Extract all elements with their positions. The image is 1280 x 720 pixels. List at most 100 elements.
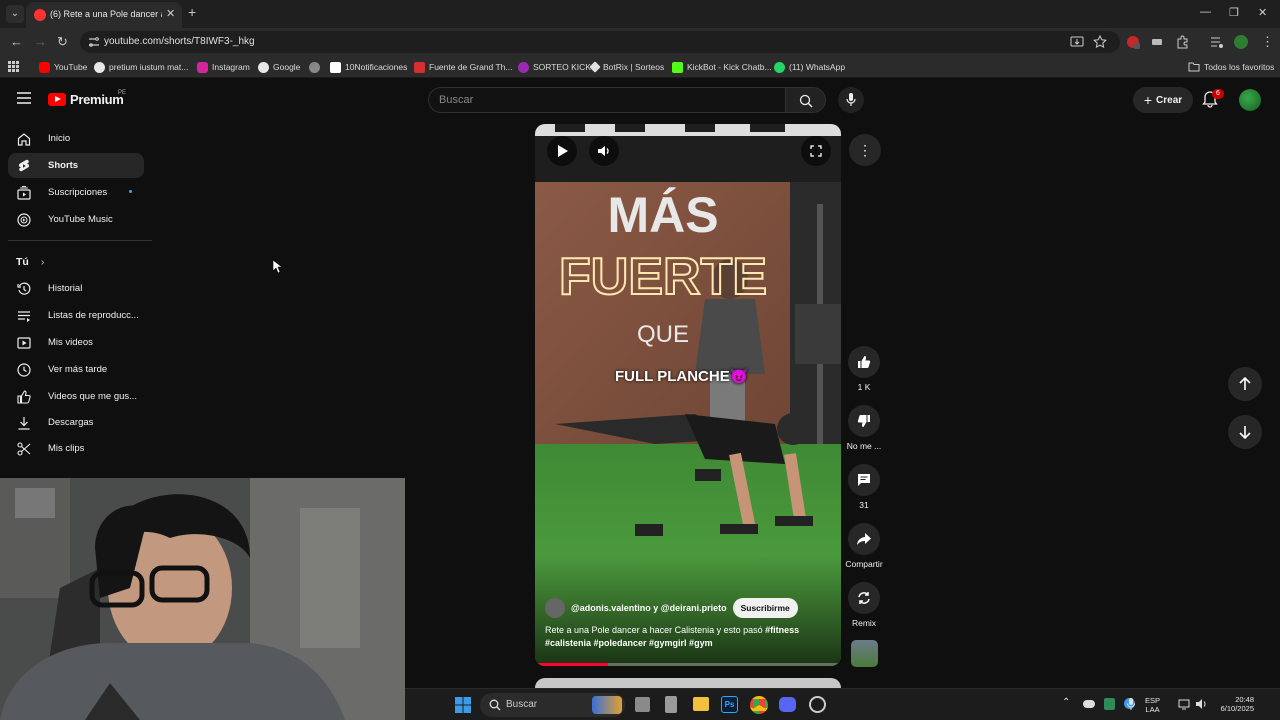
bookmark-instagram[interactable]: Instagram xyxy=(197,60,250,74)
remix-action[interactable]: Remix xyxy=(844,582,884,628)
next-short-preview[interactable] xyxy=(535,678,841,688)
app-icon-generic[interactable] xyxy=(665,696,677,713)
onedrive-icon[interactable] xyxy=(1083,700,1095,708)
share-action[interactable]: Compartir xyxy=(844,523,884,569)
security-icon[interactable] xyxy=(1104,698,1115,710)
taskbar-search[interactable]: Buscar xyxy=(480,693,625,717)
short-video-player[interactable]: MÁS FUERTE QUE FULL PLANCHE😈 @adonis.val… xyxy=(535,124,841,666)
bookmark-globe[interactable] xyxy=(309,60,320,74)
bookmark-botrix[interactable]: BotRix | Sorteos xyxy=(589,60,664,74)
tab-search-chevron-icon[interactable]: ⌄ xyxy=(6,5,24,23)
search-highlight-icon xyxy=(592,696,622,714)
folder-icon xyxy=(1188,62,1200,72)
bookmark-star-icon[interactable] xyxy=(1093,35,1107,49)
youtube-premium-logo[interactable]: Premium xyxy=(48,92,124,107)
bookmark-google[interactable]: Google xyxy=(258,60,300,74)
clips-icon xyxy=(17,442,31,456)
short-description[interactable]: Rete a una Pole dancer a hacer Calisteni… xyxy=(545,624,835,650)
input-language-indicator[interactable]: ESP LAA xyxy=(1145,696,1160,714)
svg-text:FUERTE: FUERTE xyxy=(559,248,767,306)
back-icon[interactable]: ← xyxy=(10,34,23,49)
sidebar-item-videos-me-gustan[interactable]: Videos que me gus... xyxy=(8,384,144,409)
browser-tab-active[interactable]: (6) Rete a una Pole dancer a hacer Calis… xyxy=(26,2,182,28)
extension-red-icon[interactable] xyxy=(1126,35,1140,49)
windows-start-icon[interactable] xyxy=(455,697,471,713)
sidebar-item-mis-videos[interactable]: Mis videos xyxy=(8,330,144,355)
play-button[interactable] xyxy=(547,136,577,166)
hashtags[interactable]: #calistenia #poledancer #gymgirl #gym xyxy=(545,638,713,648)
voice-search-button[interactable] xyxy=(838,87,864,113)
bookmark-kickbot[interactable]: KickBot - Kick Chatb... xyxy=(672,60,772,74)
volume-button[interactable] xyxy=(589,136,619,166)
bookmark-grand-theft[interactable]: Fuente de Grand Th... xyxy=(414,60,512,74)
chrome-icon[interactable] xyxy=(750,696,768,714)
search-box[interactable] xyxy=(428,87,786,113)
bookmark-pretium[interactable]: pretium iustum mat... xyxy=(94,60,188,74)
bookmark-10notificaciones[interactable]: 10Notificaciones xyxy=(330,60,407,74)
minimize-icon[interactable]: — xyxy=(1200,6,1211,18)
steam-icon[interactable] xyxy=(809,696,826,713)
shorts-icon xyxy=(18,159,30,172)
extensions-puzzle-icon[interactable] xyxy=(1175,35,1189,49)
account-avatar[interactable] xyxy=(1239,89,1261,111)
sidebar-item-suscripciones[interactable]: Suscripciones xyxy=(8,180,144,205)
fullscreen-button[interactable] xyxy=(801,136,831,166)
file-explorer-icon[interactable] xyxy=(693,697,709,711)
next-short-button[interactable] xyxy=(1228,415,1262,449)
speaker-icon[interactable] xyxy=(1195,698,1208,710)
watch-later-icon xyxy=(17,363,31,377)
sidebar-item-mis-clips[interactable]: Mis clips xyxy=(8,436,144,461)
hashtag-fitness[interactable]: #fitness xyxy=(765,625,799,635)
restore-icon[interactable]: ❐ xyxy=(1229,6,1239,19)
hamburger-menu-icon[interactable] xyxy=(17,92,31,104)
task-view-icon[interactable] xyxy=(635,697,650,712)
like-action[interactable]: 1 K xyxy=(844,346,884,392)
search-input[interactable] xyxy=(439,88,769,112)
site-info-icon[interactable] xyxy=(88,36,100,48)
more-options-button[interactable]: ⋮ xyxy=(849,134,881,166)
sidebar-item-youtube-music[interactable]: YouTube Music xyxy=(8,207,144,232)
all-bookmarks-folder[interactable]: Todos los favoritos xyxy=(1188,60,1274,74)
apps-grid-icon[interactable] xyxy=(8,61,19,72)
tab-close-icon[interactable]: ✕ xyxy=(166,7,175,20)
create-button[interactable]: + Crear xyxy=(1133,87,1193,113)
microphone-icon[interactable] xyxy=(1127,698,1135,711)
channel-names[interactable]: @adonis.valentino y @deirani.prieto xyxy=(571,603,727,613)
sidebar-item-shorts[interactable]: Shorts xyxy=(8,153,144,178)
you-section-heading[interactable]: Tú › xyxy=(16,256,44,268)
comments-action[interactable]: 31 xyxy=(844,464,884,510)
extension-icon[interactable] xyxy=(1150,35,1164,49)
bookmark-sorteo-kick[interactable]: SORTEO KICK xyxy=(518,60,591,74)
discord-icon[interactable] xyxy=(779,697,796,712)
browser-menu-icon[interactable]: ⋮ xyxy=(1261,34,1274,50)
forward-icon[interactable]: → xyxy=(34,34,47,49)
sidebar-item-descargas[interactable]: Descargas xyxy=(8,410,144,435)
sidebar-item-label: Shorts xyxy=(48,160,79,171)
channel-avatar[interactable] xyxy=(545,598,565,618)
dislike-action[interactable]: No me ... xyxy=(844,405,884,451)
video-progress-track[interactable] xyxy=(535,663,841,666)
bookmarks-bar: YouTube pretium iustum mat... Instagram … xyxy=(0,56,1280,78)
bookmark-youtube[interactable]: YouTube xyxy=(39,60,87,74)
bookmark-whatsapp[interactable]: (11) WhatsApp xyxy=(774,60,845,74)
tray-overflow-chevron-icon[interactable]: ⌃ xyxy=(1062,697,1070,708)
window-close-icon[interactable]: ✕ xyxy=(1258,6,1267,19)
subscribe-button[interactable]: Suscribirme xyxy=(732,598,798,618)
sidebar-item-listas[interactable]: Listas de reproducc... xyxy=(8,303,144,328)
sidebar-item-inicio[interactable]: Inicio xyxy=(8,126,144,151)
taskbar-search-label: Buscar xyxy=(506,699,538,710)
previous-short-button[interactable] xyxy=(1228,367,1262,401)
address-bar[interactable]: youtube.com/shorts/T8IWF3-_hkg xyxy=(80,31,1120,53)
sidebar-item-historial[interactable]: Historial xyxy=(8,276,144,301)
sidebar-item-ver-mas-tarde[interactable]: Ver más tarde xyxy=(8,357,144,382)
sound-source-thumbnail[interactable] xyxy=(851,640,878,667)
profile-avatar[interactable] xyxy=(1234,35,1248,49)
network-icon[interactable] xyxy=(1178,698,1190,710)
media-controls-icon[interactable] xyxy=(1210,35,1224,49)
search-button[interactable] xyxy=(786,87,826,113)
new-tab-icon[interactable]: + xyxy=(188,4,196,20)
install-app-icon[interactable] xyxy=(1070,35,1084,49)
photoshop-icon[interactable]: Ps xyxy=(721,696,738,713)
clock[interactable]: 20:48 6/10/2025 xyxy=(1210,695,1254,713)
reload-icon[interactable]: ↻ xyxy=(57,34,68,50)
